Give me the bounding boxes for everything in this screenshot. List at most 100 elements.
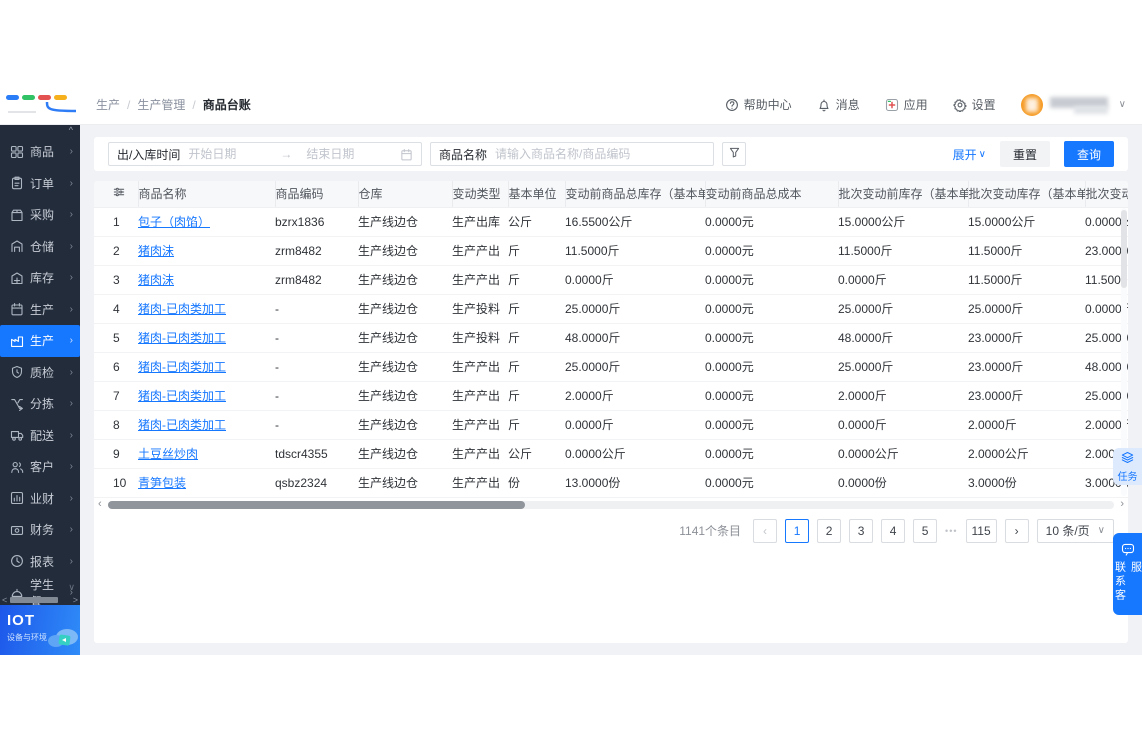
row-number-cell: 4 — [94, 294, 138, 323]
table-cell: 生产线边仓 — [358, 410, 452, 439]
scroll-right-icon[interactable]: › — [1120, 499, 1124, 509]
table-horizontal-scrollbar: ‹ › — [94, 500, 1128, 510]
sidebar-horizontal-scrollbar[interactable]: < > — [0, 595, 80, 605]
product-name-input[interactable] — [495, 147, 705, 161]
sidebar-item-inventory[interactable]: 库存› — [0, 262, 80, 294]
product-name-link[interactable]: 青笋包装 — [138, 476, 186, 490]
pagination-next-button[interactable]: › — [1005, 519, 1029, 543]
pagination-page-1[interactable]: 1 — [785, 519, 809, 543]
product-name-cell: 猪肉-已肉类加工 — [138, 323, 275, 352]
column-header: 商品编码 — [275, 181, 358, 207]
table-cell: 0.0000元 — [705, 439, 838, 468]
sidebar-item-label: 配送 — [30, 427, 54, 444]
pagination-page-2[interactable]: 2 — [817, 519, 841, 543]
sidebar-scroll-down-icon[interactable]: ∨ — [68, 582, 75, 593]
app-logo — [0, 85, 80, 125]
sidebar-item-purchasing[interactable]: 采购› — [0, 199, 80, 231]
settings-button[interactable]: 设置 — [953, 96, 996, 113]
sidebar-item-reports[interactable]: 报表› — [0, 546, 80, 578]
sidebar-item-finance[interactable]: 财务› — [0, 514, 80, 546]
split-icon — [10, 397, 24, 411]
page-size-select[interactable]: 10 条/页∨ — [1037, 519, 1114, 543]
sidebar-item-production[interactable]: 生产› — [0, 325, 80, 357]
sidebar-item-production-plan[interactable]: 生产› — [0, 294, 80, 326]
product-name-link[interactable]: 猪肉沫 — [138, 273, 174, 287]
chevron-right-icon: › — [70, 241, 76, 252]
end-date-input[interactable] — [306, 147, 384, 161]
sidebar-item-label: 分拣 — [30, 395, 54, 412]
sidebar-item-goods[interactable]: 商品› — [0, 136, 80, 168]
date-range-label: 出/入库时间 — [117, 146, 180, 163]
sidebar-item-sorting[interactable]: 分拣 › — [0, 388, 80, 420]
table-row: 1包子（肉馅）bzrx1836生产线边仓生产出库公斤16.5500公斤0.000… — [94, 207, 1128, 236]
tasks-float-button[interactable]: 任务 — [1113, 448, 1142, 485]
column-settings-icon[interactable] — [94, 181, 138, 207]
pagination-page-3[interactable]: 3 — [849, 519, 873, 543]
messages-button[interactable]: 消息 — [817, 96, 860, 113]
column-header: 变动类型 — [452, 181, 508, 207]
chevron-right-icon: › — [70, 398, 76, 409]
sidebar-item-label: 财务 — [30, 521, 54, 538]
sidebar-item-orders[interactable]: 订单› — [0, 168, 80, 200]
pagination-prev-button[interactable]: ‹ — [753, 519, 777, 543]
scroll-left-icon[interactable]: ‹ — [98, 499, 102, 509]
product-name-link[interactable]: 包子（肉馅） — [138, 215, 210, 229]
user-menu[interactable]: ∨ — [1021, 94, 1126, 116]
product-name-link[interactable]: 猪肉-已肉类加工 — [138, 331, 226, 345]
truck-icon — [10, 428, 24, 442]
production-plan-icon — [10, 302, 24, 316]
product-name-link[interactable]: 猪肉-已肉类加工 — [138, 418, 226, 432]
pagination-page-5[interactable]: 5 — [913, 519, 937, 543]
column-header: 变动前商品总成本 — [705, 181, 838, 207]
start-date-input[interactable] — [188, 147, 266, 161]
product-name-filter: 商品名称 — [430, 142, 714, 166]
sidebar-item-delivery[interactable]: 配送› — [0, 420, 80, 452]
product-name-cell: 包子（肉馅） — [138, 207, 275, 236]
scroll-left-icon[interactable]: < — [2, 595, 7, 605]
pagination-page-115[interactable]: 115 — [966, 519, 997, 543]
table-cell: 25.0000斤 — [838, 352, 968, 381]
product-name-link[interactable]: 猪肉-已肉类加工 — [138, 360, 226, 374]
question-circle-icon — [725, 98, 739, 112]
sidebar-item-warehousing[interactable]: 仓储› — [0, 231, 80, 263]
table-cell: 11.5000斤 — [565, 236, 705, 265]
pagination-page-4[interactable]: 4 — [881, 519, 905, 543]
pagination-ellipsis[interactable]: ••• — [945, 526, 957, 536]
table-cell: 生产线边仓 — [358, 381, 452, 410]
table-cell: 0.0000份 — [838, 468, 968, 497]
table-cell: 25.0000斤 — [565, 294, 705, 323]
sidebar-scrollbar-thumb[interactable] — [10, 597, 58, 603]
table-cell: 生产出库 — [452, 207, 508, 236]
expand-link[interactable]: 展开 ∨ — [953, 146, 986, 163]
sidebar-scroll-up-icon[interactable]: ^ — [69, 126, 73, 135]
product-name-link[interactable]: 猪肉-已肉类加工 — [138, 302, 226, 316]
table-cell: 15.0000公斤 — [968, 207, 1085, 236]
breadcrumb-item[interactable]: 生产 — [96, 96, 120, 113]
iot-banner[interactable]: IOT 设备与环境 — [0, 605, 80, 655]
scrollbar-track[interactable] — [108, 501, 1114, 509]
sidebar-item-label: 质检 — [30, 364, 54, 381]
date-range-picker[interactable]: 出/入库时间 → — [108, 142, 422, 166]
sidebar-item-business-finance[interactable]: 业财› — [0, 483, 80, 515]
table-cell: 0.0000元 — [705, 265, 838, 294]
sidebar-item-customers[interactable]: 客户› — [0, 451, 80, 483]
help-center-button[interactable]: 帮助中心 — [725, 96, 792, 113]
product-name-link[interactable]: 土豆丝炒肉 — [138, 447, 198, 461]
product-name-link[interactable]: 猪肉-已肉类加工 — [138, 389, 226, 403]
apps-button[interactable]: 应用 — [885, 96, 928, 113]
scroll-right-icon[interactable]: > — [73, 595, 78, 605]
sidebar-item-quality[interactable]: 质检› — [0, 357, 80, 389]
table-cell: 斤 — [508, 236, 565, 265]
calendar-icon — [400, 148, 413, 161]
table-cell: zrm8482 — [275, 236, 358, 265]
apps-icon — [885, 98, 899, 112]
horizontal-scrollbar-thumb[interactable] — [108, 501, 525, 509]
reset-button[interactable]: 重置 — [1000, 141, 1050, 167]
vertical-scrollbar-thumb[interactable] — [1121, 210, 1127, 288]
product-name-link[interactable]: 猪肉沫 — [138, 244, 174, 258]
table-cell: 11.5000斤 — [968, 236, 1085, 265]
breadcrumb-item[interactable]: 生产管理 — [137, 96, 185, 113]
search-button[interactable]: 查询 — [1064, 141, 1114, 167]
contact-support-float-button[interactable]: 联系客服 — [1113, 533, 1142, 615]
filter-funnel-button[interactable] — [722, 142, 746, 166]
